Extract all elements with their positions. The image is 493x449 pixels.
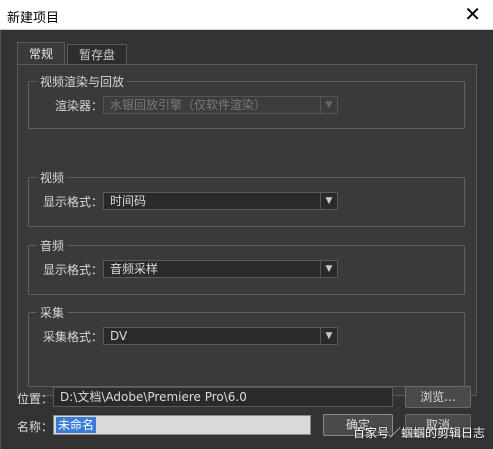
audio-display-format-label: 显示格式： <box>43 263 104 277</box>
tab-scratch-disks-label: 暂存盘 <box>78 48 115 62</box>
capture-group-title: 采集 <box>37 304 68 321</box>
audio-display-format-select[interactable]: 音频采样 ▼ <box>103 260 338 278</box>
audio-group: 音频 显示格式： 音频采样 ▼ <box>28 237 465 295</box>
capture-format-select[interactable]: DV ▼ <box>103 327 338 345</box>
renderer-label: 渲染器： <box>55 99 104 113</box>
new-project-dialog: 常规 暂存盘 视频渲染与回放 渲染器： 水银回放引擎（仅软件渲染） ▼ 视频 显… <box>0 30 493 449</box>
capture-group: 采集 采集格式： DV ▼ <box>28 304 465 387</box>
browse-button-label: 浏览... <box>420 390 456 404</box>
location-label: 位置： <box>17 392 54 406</box>
name-label: 名称： <box>17 420 54 434</box>
capture-format-value: DV <box>110 329 128 343</box>
chevron-down-icon: ▼ <box>320 328 337 344</box>
video-group-title: 视频 <box>37 169 68 186</box>
name-value: 未命名 <box>56 417 97 433</box>
playback-group-title: 视频渲染与回放 <box>37 73 128 90</box>
capture-format-label: 采集格式： <box>43 330 104 344</box>
chevron-down-icon: ▼ <box>320 261 337 277</box>
video-display-format-label: 显示格式： <box>43 195 104 209</box>
general-tab-panel: 视频渲染与回放 渲染器： 水银回放引擎（仅软件渲染） ▼ 视频 显示格式： 时间… <box>17 64 477 396</box>
playback-group: 视频渲染与回放 渲染器： 水银回放引擎（仅软件渲染） ▼ <box>28 73 465 129</box>
chevron-down-icon: ▼ <box>320 97 337 113</box>
location-field[interactable]: D:\文档\Adobe\Premiere Pro\6.0 <box>53 387 393 407</box>
watermark: 百家号／蝈蝈的剪辑日志 <box>352 426 485 440</box>
name-input[interactable]: 未命名 <box>53 415 311 435</box>
video-display-format-select[interactable]: 时间码 ▼ <box>103 192 338 210</box>
renderer-select[interactable]: 水银回放引擎（仅软件渲染） ▼ <box>103 96 338 114</box>
window-title: 新建项目 <box>7 11 60 26</box>
video-display-format-value: 时间码 <box>110 194 147 208</box>
tab-general-label: 常规 <box>28 47 53 61</box>
video-group: 视频 显示格式： 时间码 ▼ <box>28 169 465 227</box>
tab-scratch-disks[interactable]: 暂存盘 <box>67 44 127 64</box>
close-icon[interactable]: ✕ <box>464 3 481 25</box>
audio-display-format-value: 音频采样 <box>110 262 159 276</box>
audio-group-title: 音频 <box>37 237 68 254</box>
location-value: D:\文档\Adobe\Premiere Pro\6.0 <box>60 390 247 404</box>
browse-button[interactable]: 浏览... <box>405 386 471 408</box>
title-bar: 新建项目 ✕ <box>0 0 493 30</box>
chevron-down-icon: ▼ <box>320 193 337 209</box>
renderer-value: 水银回放引擎（仅软件渲染） <box>110 98 267 112</box>
tab-general[interactable]: 常规 <box>17 42 65 64</box>
